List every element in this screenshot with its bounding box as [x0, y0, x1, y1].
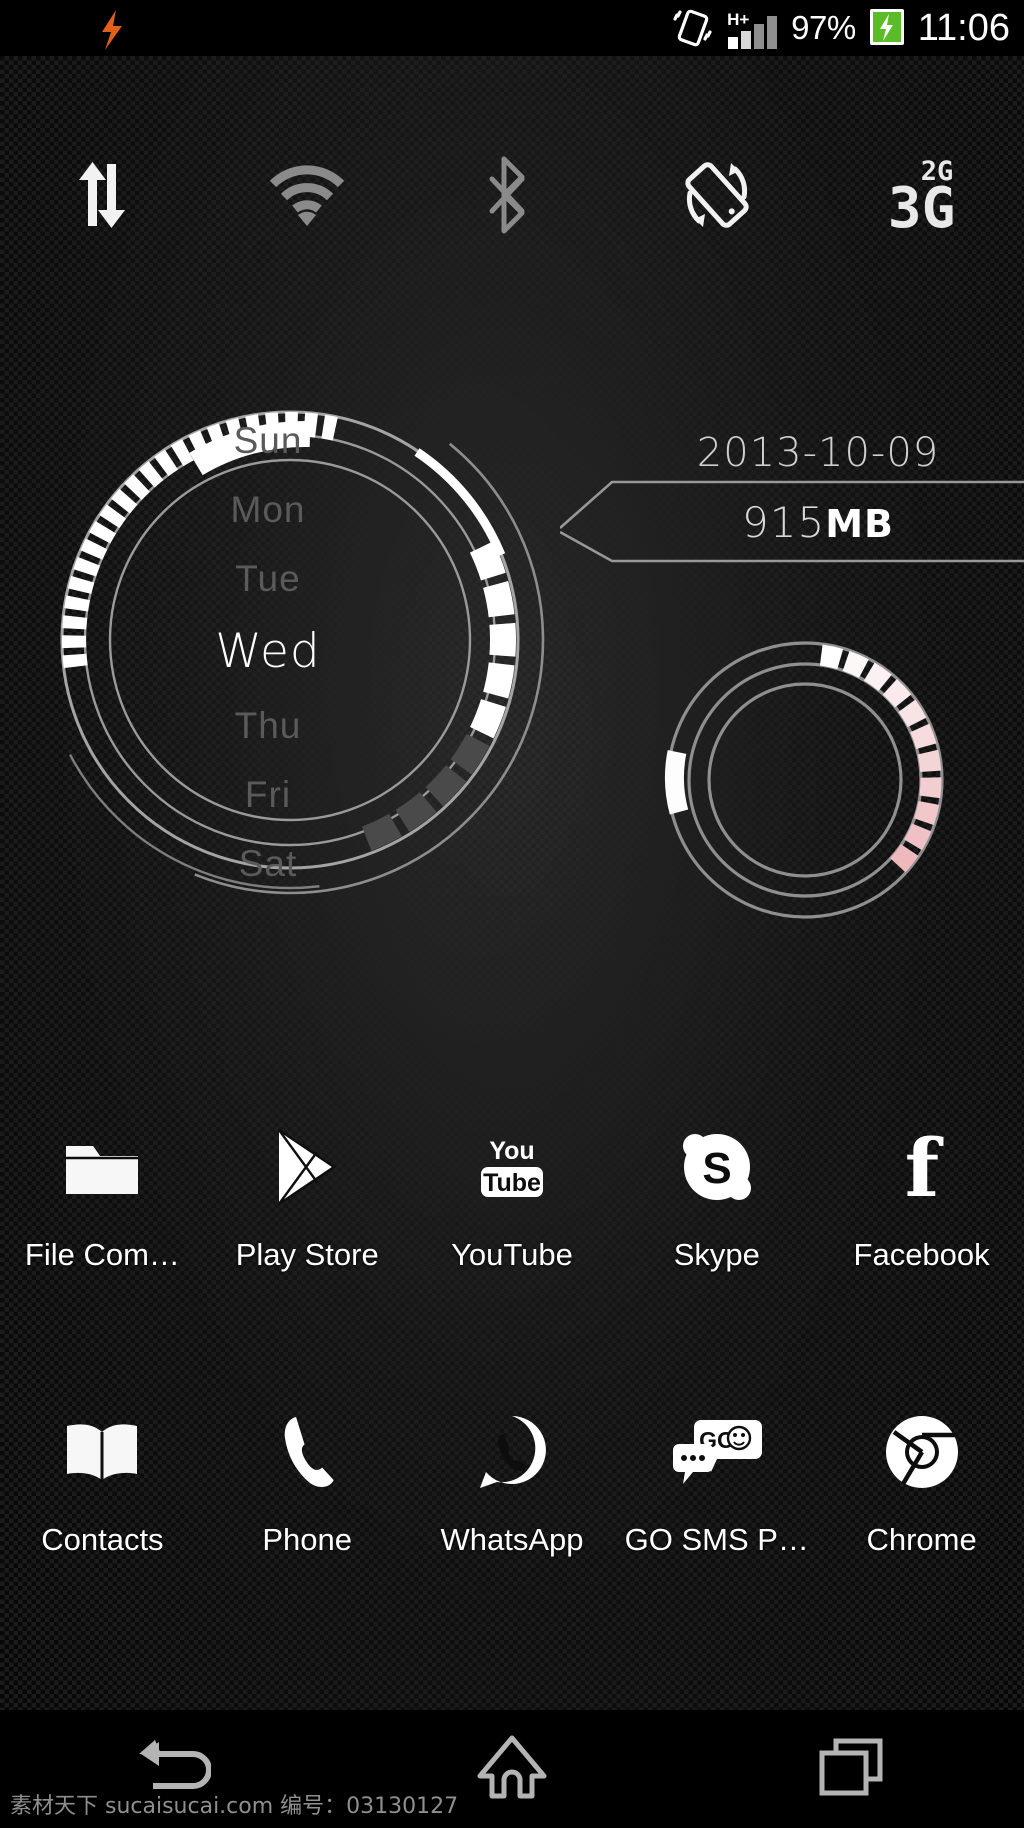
app-label: Phone	[262, 1522, 353, 1557]
app-label: WhatsApp	[440, 1522, 584, 1557]
app-go-sms-pro[interactable]: GO GO SMS P…	[614, 1400, 819, 1600]
data-transfer-arrows-icon	[65, 158, 139, 237]
watermark-text: 素材天下 sucaisucai.com 编号：03130127	[10, 1794, 459, 1819]
battery-percent-label: 97%	[791, 9, 856, 46]
app-file-commander[interactable]: File Com…	[0, 1115, 205, 1315]
shake-gesture-icon	[669, 3, 715, 54]
signal-strength-icon: H+	[726, 5, 780, 51]
svg-text:Tube: Tube	[483, 1169, 541, 1197]
network-3g-label: 3G	[887, 175, 956, 241]
app-skype[interactable]: S Skype	[614, 1115, 819, 1315]
app-label: Skype	[673, 1237, 760, 1272]
memory-unit: MB	[825, 502, 894, 546]
facebook-icon: f	[892, 1115, 952, 1219]
app-label: Contacts	[41, 1522, 164, 1557]
app-label: File Com…	[24, 1237, 180, 1272]
play-store-icon	[271, 1115, 343, 1219]
date-label: 2013-10-09	[696, 430, 940, 476]
network-type-label: H+	[727, 10, 750, 29]
wifi-toggle[interactable]	[205, 142, 410, 252]
bluetooth-toggle[interactable]	[410, 142, 615, 252]
recents-button[interactable]	[683, 1710, 1024, 1828]
flash-icon	[92, 8, 132, 52]
clock-widget-rings	[35, 390, 545, 895]
network-mode-toggle[interactable]: 2G 3G	[819, 142, 1024, 252]
memory-value: 915	[742, 498, 826, 547]
chrome-icon	[882, 1400, 962, 1504]
app-label: Play Store	[235, 1237, 379, 1272]
widget-callouts: 2013-10-09 915MB	[560, 430, 1024, 580]
rotation-toggle[interactable]	[614, 142, 819, 252]
clock-day-widget[interactable]: Sun Mon Tue Wed Thu Fri Sat	[0, 390, 620, 910]
quick-toggle-row: 2G 3G	[0, 142, 1024, 252]
status-bar-right-cluster: H+ 97% 11:06	[669, 0, 1010, 56]
app-youtube[interactable]: You Tube YouTube	[410, 1115, 615, 1315]
wifi-icon	[267, 162, 347, 233]
secondary-gauge-widget[interactable]	[655, 630, 955, 930]
2g-3g-icon: 2G 3G	[888, 158, 955, 237]
status-bar[interactable]: H+ 97% 11:06	[0, 0, 1024, 56]
recent-apps-icon	[818, 1735, 888, 1804]
whatsapp-icon	[472, 1400, 552, 1504]
android-home-screen: H+ 97% 11:06 2G 3G Sun Mon Tue Wed Thu F…	[0, 0, 1024, 1828]
data-sync-toggle[interactable]	[0, 142, 205, 252]
battery-charging-icon	[867, 4, 907, 53]
home-icon	[476, 1734, 548, 1805]
app-label: Chrome	[866, 1522, 977, 1557]
app-contacts[interactable]: Contacts	[0, 1400, 205, 1600]
screen-rotation-icon	[675, 155, 759, 240]
folder-icon	[63, 1115, 141, 1219]
address-book-icon	[61, 1400, 143, 1504]
app-row-2: Contacts Phone WhatsApp GO GO SMS P… Chr…	[0, 1400, 1024, 1600]
bluetooth-icon	[486, 155, 538, 240]
svg-text:f: f	[904, 1126, 943, 1208]
app-row-1: File Com… Play Store You Tube YouTube S …	[0, 1115, 1024, 1315]
app-play-store[interactable]: Play Store	[205, 1115, 410, 1315]
skype-icon: S	[677, 1115, 757, 1219]
app-whatsapp[interactable]: WhatsApp	[410, 1400, 615, 1600]
app-label: GO SMS P…	[624, 1522, 809, 1557]
memory-label: 915MB	[612, 498, 1024, 547]
app-phone[interactable]: Phone	[205, 1400, 410, 1600]
youtube-icon: You Tube	[473, 1115, 551, 1219]
app-facebook[interactable]: f Facebook	[819, 1115, 1024, 1315]
status-bar-clock: 11:06	[917, 6, 1010, 49]
app-label: YouTube	[451, 1237, 573, 1272]
app-chrome[interactable]: Chrome	[819, 1400, 1024, 1600]
svg-text:You: You	[489, 1137, 534, 1165]
go-sms-icon: GO	[671, 1400, 763, 1504]
svg-text:S: S	[702, 1144, 731, 1193]
app-label: Facebook	[853, 1237, 990, 1272]
phone-handset-icon	[269, 1400, 345, 1504]
